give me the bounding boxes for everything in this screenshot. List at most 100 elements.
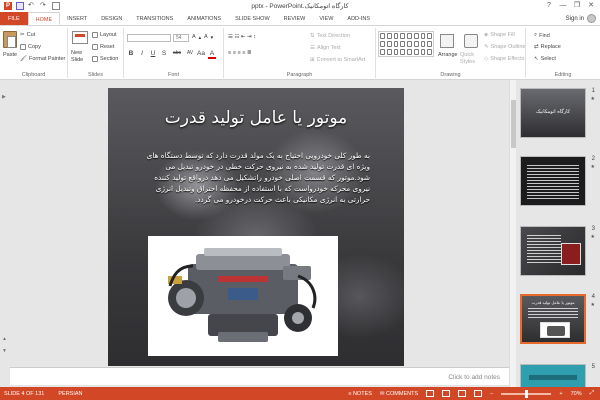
shape-fill-button[interactable]: ◈ Shape Fill: [484, 32, 515, 38]
tab-slide-show[interactable]: SLIDE SHOW: [228, 12, 277, 25]
tab-animations[interactable]: ANIMATIONS: [180, 12, 228, 25]
paragraph-group: ☰ ☷ ⇤ ⇥ ↕ ⇅ Text Direction ☰ Align Text ⊞ C…: [224, 28, 376, 78]
replace-label: Replace: [540, 44, 561, 50]
thumbnail-slide-2[interactable]: 2 ★: [520, 156, 595, 210]
tab-home[interactable]: HOME: [27, 12, 61, 25]
section-button[interactable]: Section: [92, 56, 118, 62]
slide-canvas[interactable]: موتور یا عامل تولید قدرت به طور کلی خودر…: [108, 88, 404, 366]
quick-styles-button[interactable]: Quick Styles: [460, 52, 482, 66]
close-button[interactable]: ✕: [584, 0, 598, 12]
scroll-down-icon[interactable]: ▼: [2, 348, 7, 354]
shadow-button[interactable]: S: [160, 50, 168, 59]
arrange-icon[interactable]: [440, 34, 454, 48]
font-name-combo[interactable]: [127, 34, 171, 42]
text-direction-button[interactable]: ⇅ Text Direction: [310, 33, 350, 39]
thumbnail-slide-1[interactable]: کارگاه اتومکانیک 1 ★: [520, 88, 595, 142]
normal-view-icon[interactable]: [426, 390, 435, 397]
paste-icon[interactable]: [3, 31, 17, 48]
arrange-button[interactable]: Arrange: [438, 52, 458, 58]
shape-effects-label: Shape Effects: [490, 56, 525, 62]
editing-group-label: Editing: [554, 72, 572, 78]
quick-styles-icon[interactable]: [464, 34, 478, 48]
alignment-buttons[interactable]: ≡ ≡ ≡ ≡ ≣: [228, 50, 252, 56]
vertical-scrollbar[interactable]: [509, 80, 516, 387]
reset-label: Reset: [100, 44, 115, 50]
tab-view[interactable]: VIEW: [312, 12, 340, 25]
slide-body-text[interactable]: به طور کلی خودرویی احتیاج به یک مولد قدر…: [138, 150, 370, 205]
bullets-button[interactable]: ☰ ☷ ⇤ ⇥ ↕: [228, 34, 256, 40]
thumbnail-slide-3[interactable]: 3 ★: [520, 226, 595, 280]
scroll-up-icon[interactable]: ▲: [2, 336, 7, 342]
character-spacing-button[interactable]: AV: [186, 50, 194, 59]
slide-thumbnails-panel: کارگاه اتومکانیک 1 ★ 2 ★ 3 ★ موتور یا عا…: [516, 80, 600, 387]
thumbnail-image: [520, 156, 586, 206]
shape-effects-button[interactable]: ◇ Shape Effects: [484, 56, 524, 62]
zoom-level[interactable]: 70%: [571, 391, 582, 397]
font-color-button[interactable]: A: [208, 50, 216, 59]
grow-font-button[interactable]: A ▲: [192, 34, 202, 40]
tab-add-ins[interactable]: ADD-INS: [340, 12, 377, 25]
cut-label: Cut: [26, 32, 36, 38]
layout-button[interactable]: Layout: [92, 32, 117, 38]
slide-sorter-icon[interactable]: [442, 390, 451, 397]
align-text-button[interactable]: ☰ Align Text: [310, 45, 341, 51]
thumbnail-slide-5[interactable]: 5: [520, 364, 595, 387]
fit-slide-icon[interactable]: ⤢: [590, 390, 594, 397]
italic-button[interactable]: I: [138, 50, 146, 59]
comments-toggle-label: COMMENTS: [386, 390, 419, 397]
drawing-group: Arrange Quick Styles ◈ Shape Fill ✎ Shape …: [376, 28, 526, 78]
format-painter-button[interactable]: 🖌 Format Painter: [20, 56, 65, 62]
help-button[interactable]: ?: [542, 0, 556, 12]
start-from-beginning-icon[interactable]: [52, 2, 60, 10]
underline-button[interactable]: U: [149, 50, 157, 59]
strikethrough-button[interactable]: abc: [171, 50, 183, 59]
shape-fill-label: Shape Fill: [490, 32, 515, 38]
save-icon[interactable]: [16, 2, 24, 10]
sign-in[interactable]: Sign in: [566, 12, 600, 25]
undo-icon[interactable]: ↶: [28, 2, 36, 10]
cut-button[interactable]: ✂ Cut: [20, 32, 35, 38]
zoom-in-button[interactable]: +: [559, 391, 562, 397]
new-slide-button[interactable]: New Slide: [71, 50, 89, 64]
comments-toggle[interactable]: ✉ COMMENTS: [380, 391, 418, 397]
change-case-button[interactable]: Aa: [197, 50, 205, 59]
zoom-out-button[interactable]: −: [490, 391, 493, 397]
copy-button[interactable]: Copy: [20, 44, 41, 50]
reading-view-icon[interactable]: [458, 390, 467, 397]
notes-toggle[interactable]: ≡ NOTES: [348, 391, 372, 397]
select-button[interactable]: ↖ Select: [534, 56, 556, 62]
copy-label: Copy: [28, 44, 41, 50]
thumbnail-slide-4[interactable]: موتور یا عامل تولید قدرت 4 ★: [520, 294, 595, 348]
engine-image[interactable]: [148, 236, 338, 356]
slide-title[interactable]: موتور یا عامل تولید قدرت: [108, 108, 404, 128]
tab-design[interactable]: DESIGN: [94, 12, 129, 25]
font-group-label: Font: [167, 72, 179, 78]
title-bar: P ↶ ↷ ‫کارگاه اتومکانیک.pptx - PowerPoin…: [0, 0, 600, 12]
new-slide-icon[interactable]: [72, 31, 88, 44]
shapes-gallery[interactable]: [378, 31, 434, 57]
ribbon-tabs: FILE HOME INSERT DESIGN TRANSITIONS ANIM…: [0, 12, 600, 26]
convert-smartart-button[interactable]: ⊞ Convert to SmartArt: [310, 57, 365, 63]
zoom-slider[interactable]: [501, 389, 552, 398]
tab-transitions[interactable]: TRANSITIONS: [129, 12, 180, 25]
tab-insert[interactable]: INSERT: [60, 12, 94, 25]
minimize-button[interactable]: —: [556, 0, 570, 12]
paste-button[interactable]: Paste: [3, 52, 17, 58]
language-indicator[interactable]: PERSIAN: [58, 391, 82, 397]
bold-button[interactable]: B: [127, 50, 135, 59]
slideshow-view-icon[interactable]: [474, 390, 483, 397]
find-button[interactable]: ⌕ Find: [534, 32, 550, 39]
notes-pane[interactable]: Click to add notes: [10, 367, 510, 385]
brush-icon: 🖌: [20, 56, 27, 62]
shape-outline-button[interactable]: ✎ Shape Outline: [484, 44, 525, 50]
expand-panel-icon[interactable]: ▶: [2, 94, 6, 100]
redo-icon[interactable]: ↷: [40, 2, 48, 10]
shrink-font-button[interactable]: A ▼: [204, 34, 214, 40]
restore-button[interactable]: ❐: [570, 0, 584, 12]
reset-button[interactable]: Reset: [92, 44, 114, 50]
tab-file[interactable]: FILE: [0, 12, 28, 25]
replace-button[interactable]: ⇄ Replace: [534, 44, 561, 50]
thumbnail-number: 2: [591, 156, 595, 162]
tab-review[interactable]: REVIEW: [277, 12, 313, 25]
font-size-combo[interactable]: 54: [173, 34, 189, 42]
